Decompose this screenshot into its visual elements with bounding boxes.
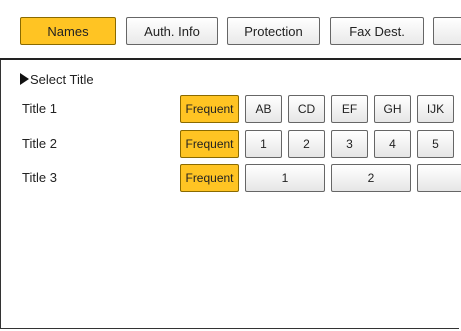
key-gh[interactable]: GH <box>374 95 411 123</box>
tab-names[interactable]: Names <box>20 17 116 45</box>
key-2[interactable]: 2 <box>331 164 411 192</box>
key-cd[interactable]: CD <box>288 95 325 123</box>
row-label-title-1: Title 1 <box>22 101 57 116</box>
key-frequent[interactable]: Frequent <box>180 95 239 123</box>
tab-auth-info[interactable]: Auth. Info <box>126 17 218 45</box>
key-2[interactable]: 2 <box>288 130 325 158</box>
key-ijk[interactable]: IJK <box>417 95 454 123</box>
select-title-label: Select Title <box>30 72 94 87</box>
tab-label: Auth. Info <box>144 23 200 39</box>
tab-label: Names <box>47 23 89 39</box>
select-title-heading: Select Title <box>20 72 94 87</box>
tab-strip: Names Auth. Info Protection Fax Dest. <box>0 0 461 60</box>
key-1[interactable]: 1 <box>245 164 325 192</box>
row-label-title-2: Title 2 <box>22 136 57 151</box>
row-label-title-3: Title 3 <box>22 170 57 185</box>
triangle-right-icon <box>20 73 29 85</box>
key-frequent[interactable]: Frequent <box>180 164 239 192</box>
key-5[interactable]: 5 <box>417 130 454 158</box>
tab-protection[interactable]: Protection <box>227 17 320 45</box>
key-more[interactable] <box>417 164 461 192</box>
tab-fax-dest[interactable]: Fax Dest. <box>330 17 424 45</box>
key-4[interactable]: 4 <box>374 130 411 158</box>
tab-label: Fax Dest. <box>349 23 405 39</box>
tab-more[interactable] <box>433 17 461 45</box>
tab-label: Protection <box>244 23 303 39</box>
key-3[interactable]: 3 <box>331 130 368 158</box>
key-1[interactable]: 1 <box>245 130 282 158</box>
key-ab[interactable]: AB <box>245 95 282 123</box>
key-frequent[interactable]: Frequent <box>180 130 239 158</box>
key-ef[interactable]: EF <box>331 95 368 123</box>
